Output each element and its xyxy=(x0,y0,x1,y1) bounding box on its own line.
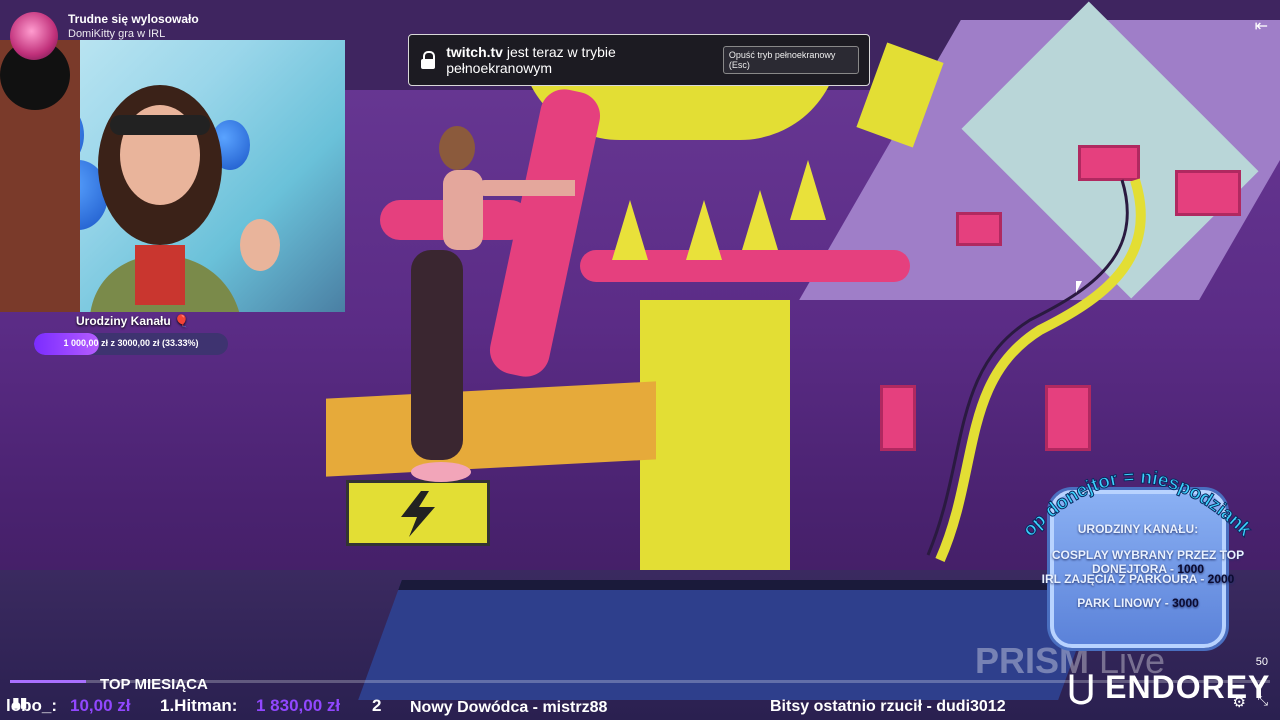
webcam-feed xyxy=(0,40,345,312)
donation-arc-text: Top donejtor = niespodzianka xyxy=(1010,438,1256,542)
goal-progress-bar: 1 000,00 zł z 3000,00 zł (33.33%) xyxy=(34,333,228,355)
stream-info: Trudne się wylosowało DomiKitty gra w IR… xyxy=(10,12,199,60)
exit-fullscreen-button[interactable]: Opuść tryb pełnoekranowy (Esc) xyxy=(722,46,859,74)
goal-progress-text: 1 000,00 zł z 3000,00 zł (33.33%) xyxy=(63,338,199,348)
svg-text:Top donejtor = niespodzianka: Top donejtor = niespodzianka xyxy=(1010,438,1256,541)
donation-arc-title: Top donejtor = niespodzianka xyxy=(1010,438,1256,542)
fullscreen-notice: twitch.tv jest teraz w trybie pełnoekran… xyxy=(408,34,870,86)
last-bits-text: Bitsy ostatnio rzucił - dudi3012 xyxy=(770,698,1006,715)
exit-fullscreen-arrow-icon[interactable]: ⇤ xyxy=(1255,16,1268,36)
ticker-entry-amount: 1 830,00 zł xyxy=(256,696,341,715)
stream-category[interactable]: DomiKitty gra w IRL xyxy=(68,27,199,41)
volume-value: 50 xyxy=(1255,656,1268,668)
goal-label: Urodziny Kanału 🎈 xyxy=(76,314,189,328)
ticker-entry-amount: 10,00 zł xyxy=(70,696,131,715)
athlete xyxy=(411,126,575,482)
stream-title: Trudne się wylosowało xyxy=(68,12,199,26)
new-commander-text: Nowy Dowódca - mistrz88 xyxy=(410,699,608,716)
fullscreen-domain: twitch.tv xyxy=(446,44,503,60)
fullscreen-message: twitch.tv jest teraz w trybie pełnoekran… xyxy=(446,44,713,76)
ticker-entry-name: 1.Hitman: xyxy=(160,696,238,715)
avatar[interactable] xyxy=(10,12,58,60)
sponsor-logo-mark-icon: ⋃ xyxy=(1068,669,1096,705)
donation-item: PARK LINOWY - 3000 xyxy=(1077,596,1199,610)
lock-icon xyxy=(419,51,436,69)
ticker-entry-rank: 2 xyxy=(372,696,382,715)
sponsor-logo: ⋃ ENDOREY xyxy=(1068,669,1271,705)
donation-item: IRL ZAJĘCIA Z PARKOURA - 2000 xyxy=(1041,572,1235,586)
stream-text: Trudne się wylosowało DomiKitty gra w IR… xyxy=(68,12,199,41)
streamer xyxy=(90,85,280,312)
mouse-cursor-icon xyxy=(1076,281,1082,293)
seek-bar-fill xyxy=(10,680,86,683)
top-month-label: TOP MIESIĄCA xyxy=(100,676,208,693)
ticker-entry-name: lobo_: xyxy=(6,696,57,715)
